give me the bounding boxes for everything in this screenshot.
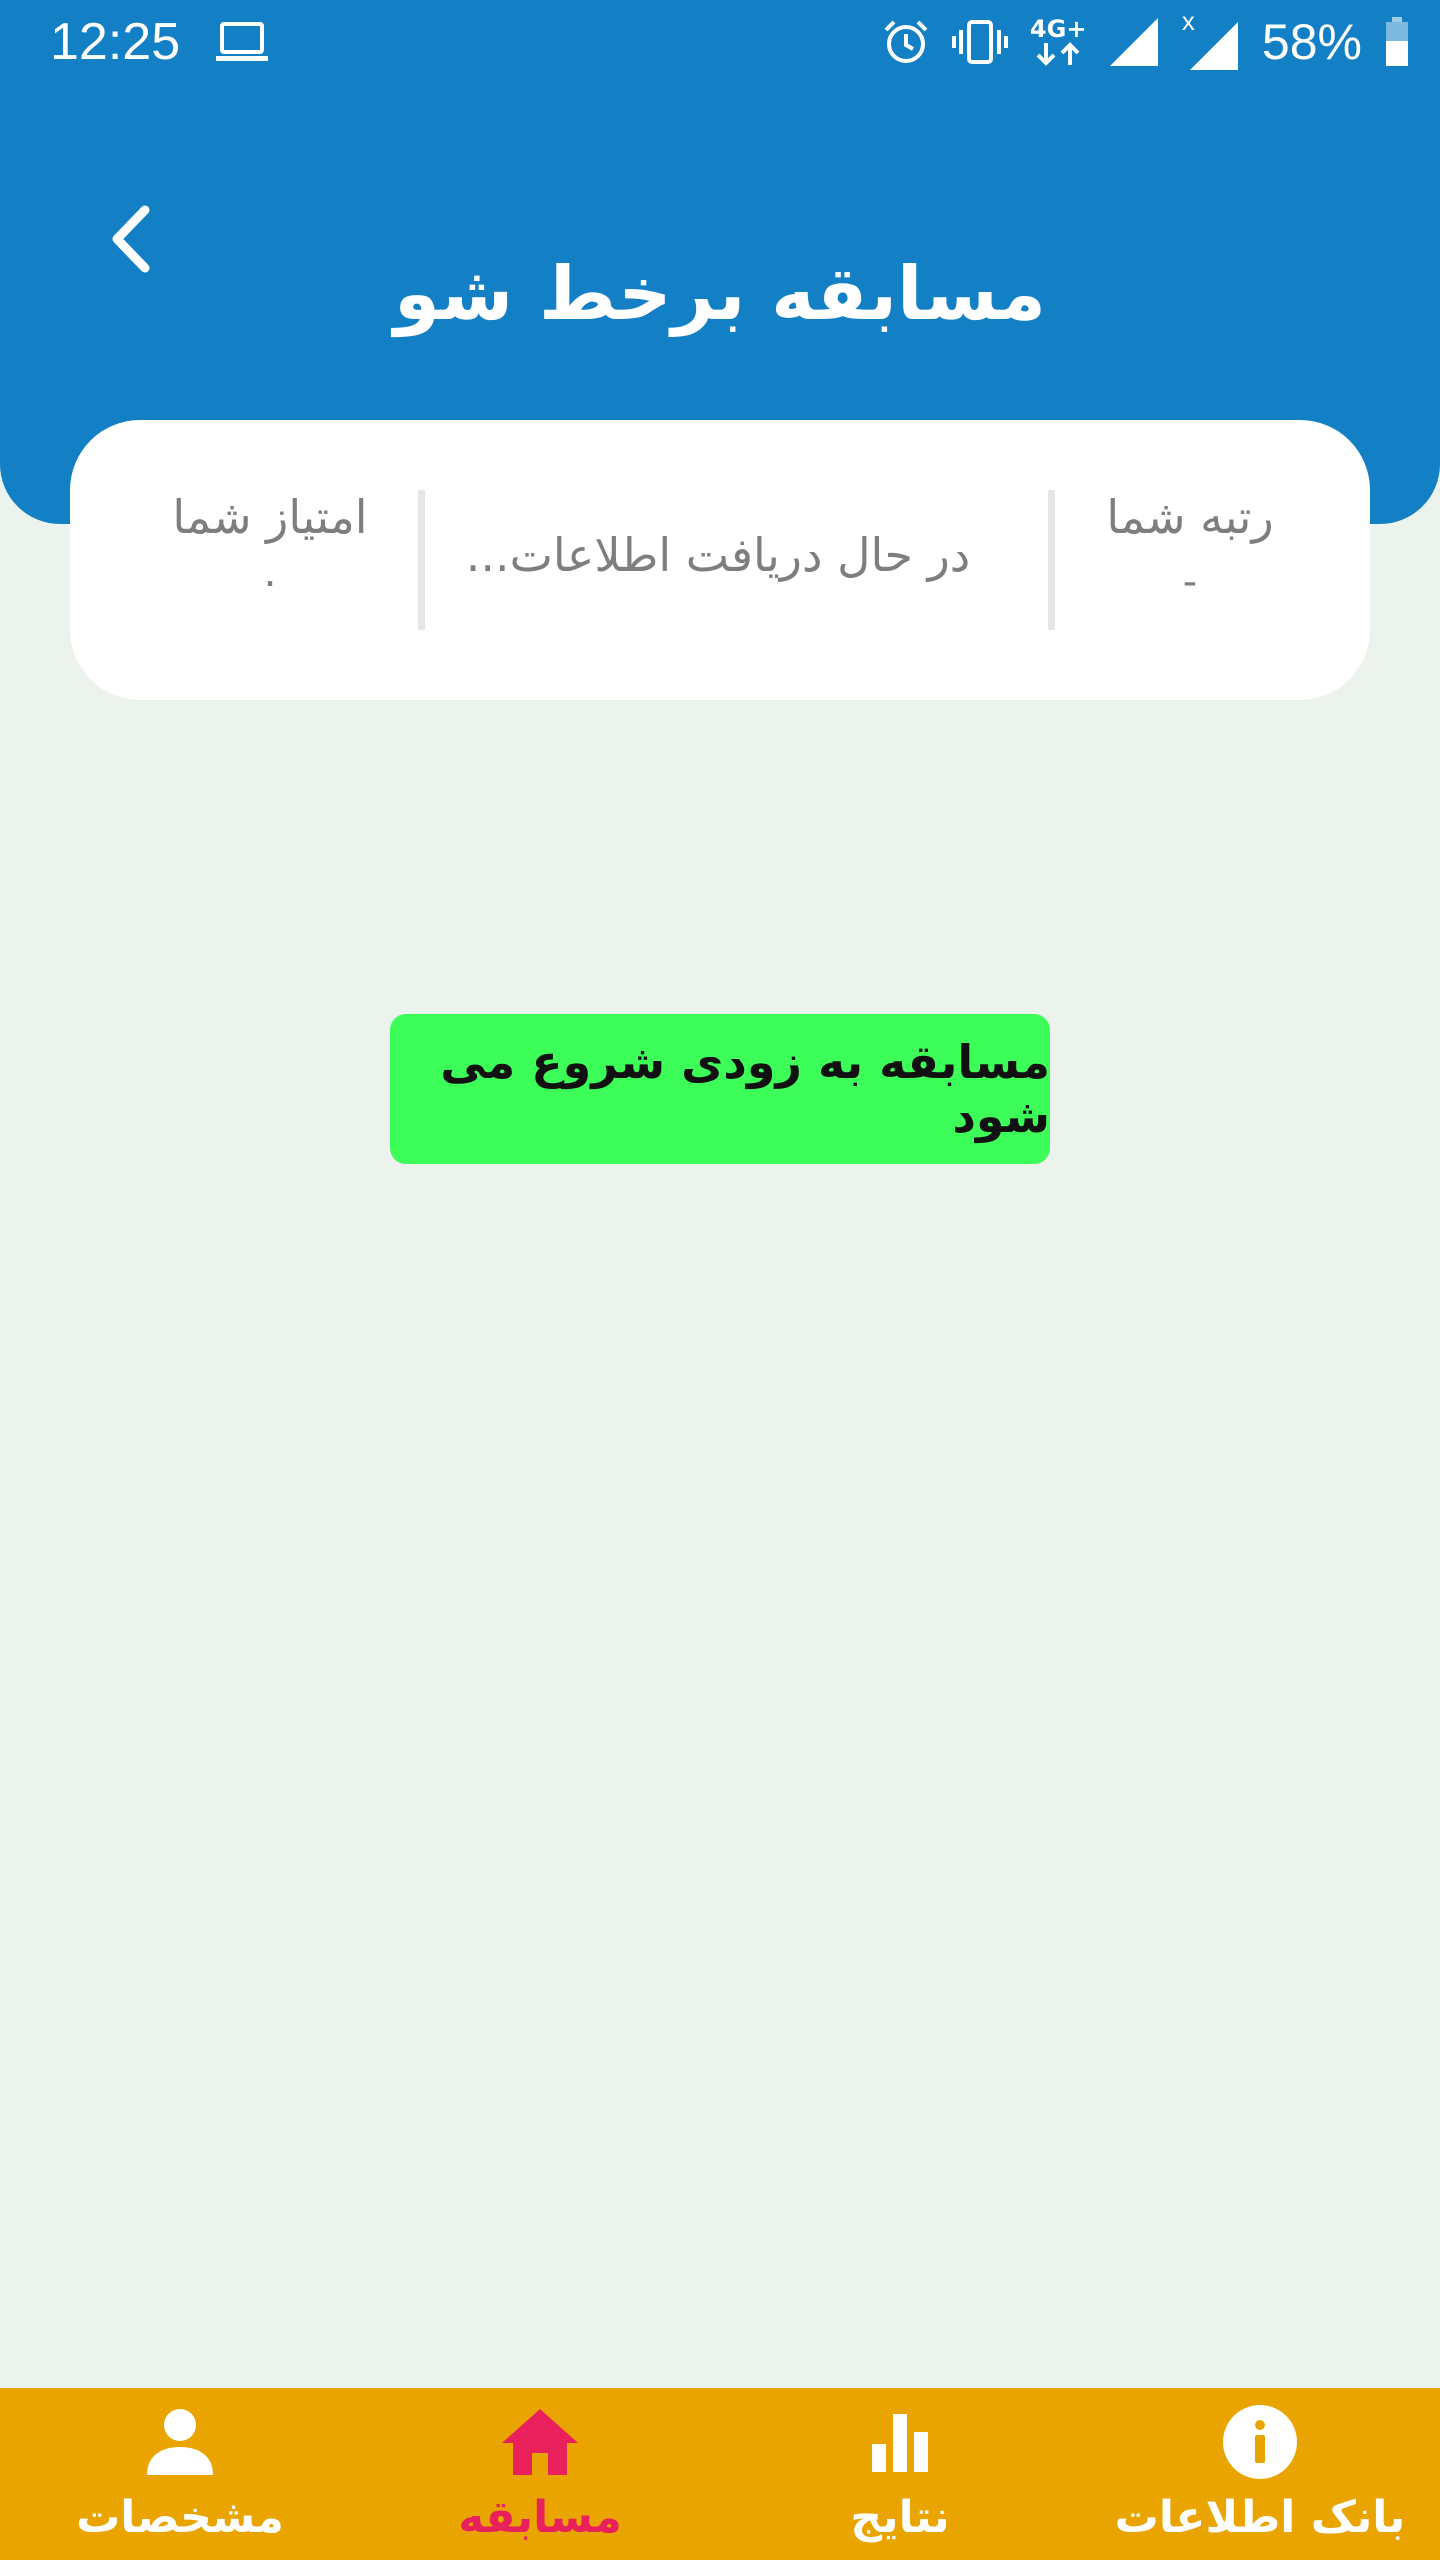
rank-value: -: [1182, 559, 1198, 605]
vibrate-icon: [951, 20, 1008, 64]
loading-status-text: در حال دریافت اطلاعات...: [465, 528, 971, 582]
contest-start-button[interactable]: مسابقه به زودی شروع می شود: [390, 1014, 1050, 1164]
person-icon: [147, 2409, 213, 2475]
nav-label-contest: مسابقه: [458, 2492, 622, 2543]
laptop-icon: [216, 22, 268, 61]
nav-label-results: نتایج: [850, 2492, 950, 2543]
battery-percent: 58%: [1261, 14, 1362, 70]
back-button[interactable]: [90, 194, 170, 284]
nav-label-info-bank: بانک اطلاعات: [1114, 2492, 1406, 2543]
alarm-icon: [884, 20, 928, 63]
data-arrows-icon: [1036, 42, 1080, 66]
info-card: رتبه شما - در حال دریافت اطلاعات... امتی…: [70, 420, 1370, 700]
bar-chart-icon: [872, 2414, 928, 2472]
chevron-left-icon: [112, 205, 150, 273]
card-divider: [1048, 490, 1055, 630]
page-title: مسابقه برخط شو: [394, 251, 1046, 337]
status-time: 12:25: [50, 13, 181, 71]
status-section: در حال دریافت اطلاعات...: [418, 520, 1018, 590]
score-label: امتیاز شما: [172, 490, 368, 544]
nav-item-info-bank[interactable]: بانک اطلاعات: [1080, 2388, 1440, 2560]
nav-item-contest[interactable]: مسابقه: [360, 2388, 720, 2560]
home-icon: [502, 2409, 578, 2475]
signal-icon: [1109, 18, 1158, 66]
card-divider: [418, 490, 425, 630]
nav-item-results[interactable]: نتایج: [720, 2388, 1080, 2560]
bottom-nav: بانک اطلاعات نتایج مسابقه مشخصات: [0, 2388, 1440, 2560]
score-section: امتیاز شما ۰: [150, 482, 390, 612]
status-bar: 12:25 4G+ x 58%: [0, 0, 1440, 84]
signal-roaming: x: [1182, 6, 1240, 72]
score-value: ۰: [259, 559, 281, 605]
network-label: 4G+: [1029, 15, 1087, 43]
network-indicator: 4G+: [1030, 17, 1086, 67]
nav-label-profile: مشخصات: [76, 2492, 284, 2543]
info-icon: [1223, 2405, 1297, 2479]
battery-icon: [1386, 17, 1408, 66]
nav-item-profile[interactable]: مشخصات: [0, 2388, 360, 2560]
rank-label: رتبه شما: [1106, 490, 1274, 544]
rank-section: رتبه شما -: [1080, 482, 1300, 612]
signal-icon-2: [1189, 22, 1238, 70]
